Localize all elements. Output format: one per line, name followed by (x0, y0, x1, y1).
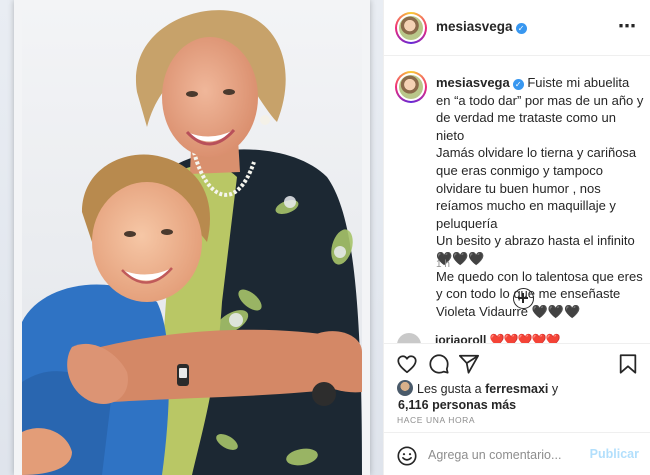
likes-count[interactable]: 6,116 personas más (397, 397, 642, 413)
commenter-username[interactable]: ioriaoroll (435, 333, 486, 343)
load-more-comments-button[interactable] (513, 288, 534, 309)
caption-author-avatar[interactable] (395, 71, 427, 103)
caption-time-ago: 1 h (436, 259, 450, 270)
caption-verified-badge-icon: ✓ (512, 79, 524, 90)
caption-paragraph-2: Jamás olvidare lo tierna y cariñosa que … (436, 145, 637, 231)
likes-summary[interactable]: Les gusta a ferresmaxi y 6,116 personas … (397, 380, 642, 413)
comments-section[interactable]: mesiasvega ✓ Fuiste mi abuelita en “a tod… (384, 57, 650, 343)
caption-username[interactable]: mesiasvega (436, 75, 510, 90)
post-caption: mesiasvega ✓ Fuiste mi abuelita en “a tod… (436, 74, 644, 320)
post-header: mesiasvega ✓ ⋯ (384, 0, 650, 56)
caption-hearts: 🖤🖤🖤 (436, 250, 485, 266)
comment-hearts: ❤️❤️❤️❤️❤️ (489, 333, 561, 343)
liker-username[interactable]: ferresmaxi (485, 382, 548, 396)
photo-print-frame (14, 0, 370, 475)
publish-button[interactable]: Publicar (590, 447, 639, 461)
likes-prefix: Les gusta a (417, 382, 482, 396)
post-photo-panel (0, 0, 383, 475)
post-photo[interactable] (22, 2, 362, 475)
likes-conjunction: y (551, 382, 559, 396)
comment-input[interactable] (428, 442, 588, 468)
comment-text: ioriaoroll ❤️❤️❤️❤️❤️ (435, 333, 561, 343)
heart-icon[interactable] (396, 353, 418, 375)
bookmark-icon[interactable] (617, 353, 639, 375)
post-actions: Les gusta a ferresmaxi y 6,116 personas … (384, 343, 650, 413)
more-options-icon[interactable]: ⋯ (618, 17, 637, 35)
photo-print-inner (22, 2, 362, 475)
author-username[interactable]: mesiasvega ✓ (436, 19, 527, 34)
comment-form: Publicar (384, 432, 650, 475)
post-timestamp[interactable]: HACE UNA HORA (397, 415, 475, 425)
commenter-avatar[interactable] (397, 333, 421, 343)
verified-badge-icon: ✓ (515, 23, 527, 34)
caption-paragraph-5: Me quedo con lo talentosa que eres y con… (436, 268, 643, 302)
post-side-panel: mesiasvega ✓ ⋯ mesiasvega ✓ Fuiste mi abue… (383, 0, 650, 475)
author-avatar[interactable] (395, 12, 427, 44)
author-username-text[interactable]: mesiasvega (436, 19, 513, 34)
comment-bubble-icon[interactable] (428, 353, 450, 375)
paper-plane-icon[interactable] (458, 353, 480, 375)
smiley-icon[interactable] (396, 445, 418, 467)
caption-paragraph-3: Un besito y abrazo hasta el infinito (436, 233, 635, 249)
liker-avatar[interactable] (397, 380, 413, 396)
caption-paragraph-6: Violeta Vidaurre 🖤🖤🖤 (436, 303, 581, 319)
